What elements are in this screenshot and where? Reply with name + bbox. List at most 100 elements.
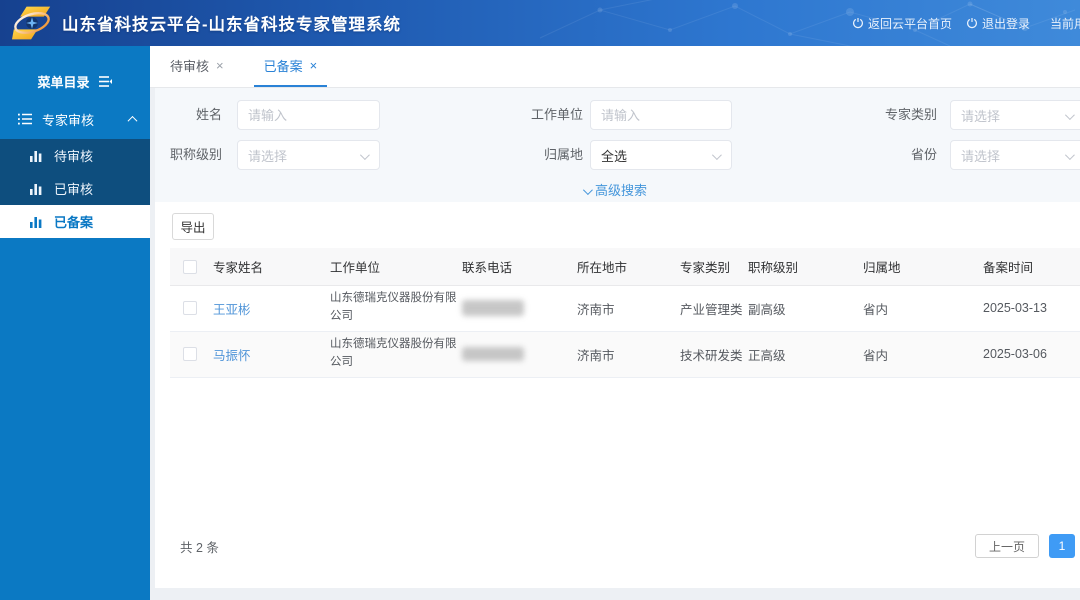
sidebar-item-recorded[interactable]: 已备案	[0, 205, 150, 238]
app-logo[interactable]	[12, 4, 52, 42]
content-left-gutter	[150, 88, 155, 600]
search-filter-panel: 姓名 工作单位 专家类别 请选择 职称级别 请选择 归属地 全选	[150, 88, 1080, 202]
expert-category-field-label: 专家类别	[857, 100, 937, 130]
table-row: 马振怀 山东德瑞克仪器股份有限公司 济南市 技术研发类 正高级 省内 2025-…	[170, 331, 1080, 377]
title-level-field-label: 职称级别	[162, 140, 222, 170]
chevron-down-icon	[1065, 150, 1075, 160]
work-unit-cell: 山东德瑞克仪器股份有限公司	[330, 331, 462, 377]
record-date-cell: 2025-03-13	[983, 285, 1080, 331]
bar-chart-icon	[30, 183, 42, 195]
region-select[interactable]: 全选	[590, 140, 732, 170]
category-cell: 技术研发类	[680, 331, 748, 377]
bar-chart-icon	[30, 216, 42, 228]
expert-name-link[interactable]: 马振怀	[213, 331, 330, 377]
bar-chart-icon	[30, 150, 42, 162]
table-panel: 导出 专家姓名 工作单位 联系电话 所在地市 专家类别 职称级别 归属	[150, 202, 1080, 600]
select-placeholder: 请选择	[248, 146, 287, 165]
close-icon[interactable]: ×	[310, 59, 318, 72]
city-cell: 济南市	[577, 285, 680, 331]
close-icon[interactable]: ×	[216, 59, 224, 72]
title-level-cell: 副高级	[748, 285, 863, 331]
select-value: 全选	[601, 146, 627, 165]
row-checkbox[interactable]	[183, 301, 197, 315]
sidebar-item-pending-review[interactable]: 待审核	[0, 139, 150, 172]
record-date-cell: 2025-03-06	[983, 331, 1080, 377]
sidebar-item-label: 已审核	[54, 179, 93, 198]
row-checkbox[interactable]	[183, 347, 197, 361]
name-input[interactable]	[237, 100, 380, 130]
phone-cell	[462, 285, 577, 331]
chevron-down-icon	[360, 150, 370, 160]
sidebar: 菜单目录 专家审核 待审核 已审核	[0, 46, 150, 600]
prev-page-button[interactable]: 上一页	[975, 534, 1039, 558]
name-input-field[interactable]	[248, 108, 369, 123]
tab-bar: 待审核 × 已备案 ×	[150, 46, 1080, 88]
sidebar-item-reviewed[interactable]: 已审核	[0, 172, 150, 205]
sidebar-group-label: 专家审核	[42, 110, 94, 129]
phone-number-redacted	[462, 347, 524, 361]
col-region: 归属地	[863, 248, 983, 285]
work-unit-input-field[interactable]	[601, 108, 721, 123]
expert-name-link[interactable]: 王亚彬	[213, 285, 330, 331]
col-expert-name: 专家姓名	[213, 248, 330, 285]
region-cell: 省内	[863, 331, 983, 377]
phone-cell	[462, 331, 577, 377]
app-window: 山东省科技云平台-山东省科技专家管理系统 返回云平台首页 退出登录 当前用户：山…	[0, 0, 1080, 600]
sidebar-submenu: 待审核 已审核 已备案	[0, 139, 150, 238]
export-button[interactable]: 导出	[172, 213, 214, 240]
col-record-date: 备案时间	[983, 248, 1080, 285]
city-cell: 济南市	[577, 331, 680, 377]
menu-directory-label: 菜单目录	[37, 72, 89, 91]
expert-category-select[interactable]: 请选择	[950, 100, 1080, 130]
chevron-up-icon	[128, 115, 138, 125]
tab-label: 已备案	[264, 56, 303, 75]
total-count-label: 共 2 条	[180, 537, 219, 556]
app-header: 山东省科技云平台-山东省科技专家管理系统 返回云平台首页 退出登录 当前用户：山…	[0, 0, 1080, 46]
logout-link[interactable]: 退出登录	[966, 15, 1030, 32]
work-unit-input[interactable]	[590, 100, 732, 130]
power-icon	[852, 17, 864, 29]
unordered-list-icon	[18, 113, 32, 125]
tab-label: 待审核	[170, 56, 209, 75]
chevron-down-icon	[1065, 110, 1075, 120]
province-select[interactable]: 请选择	[950, 140, 1080, 170]
title-level-cell: 正高级	[748, 331, 863, 377]
current-user-label: 当前用户：山东	[1050, 15, 1080, 32]
col-city: 所在地市	[577, 248, 680, 285]
table-footer: 共 2 条 上一页 1	[180, 534, 1075, 558]
return-home-label: 返回云平台首页	[868, 15, 952, 32]
bottom-strip	[155, 588, 1080, 600]
col-category: 专家类别	[680, 248, 748, 285]
advanced-search-label: 高级搜索	[595, 183, 647, 198]
main-content: 待审核 × 已备案 × 姓名 工作单位 专家类别 请选择	[150, 46, 1080, 600]
logout-label: 退出登录	[982, 15, 1030, 32]
select-all-checkbox[interactable]	[183, 260, 197, 274]
col-phone: 联系电话	[462, 248, 577, 285]
power-icon	[966, 17, 978, 29]
menu-fold-icon	[98, 75, 113, 88]
sidebar-item-label: 待审核	[54, 146, 93, 165]
sidebar-group-expert-review[interactable]: 专家审核	[0, 102, 150, 136]
header-links: 返回云平台首页 退出登录 当前用户：山东	[852, 0, 1080, 46]
col-title-level: 职称级别	[748, 248, 863, 285]
category-cell: 产业管理类	[680, 285, 748, 331]
chevron-down-icon	[583, 185, 593, 195]
table-header-row: 专家姓名 工作单位 联系电话 所在地市 专家类别 职称级别 归属地 备案时间	[170, 248, 1080, 285]
name-field-label: 姓名	[162, 100, 222, 130]
return-home-link[interactable]: 返回云平台首页	[852, 15, 952, 32]
advanced-search-link[interactable]: 高级搜索	[150, 180, 1080, 199]
region-cell: 省内	[863, 285, 983, 331]
tab-recorded[interactable]: 已备案 ×	[254, 46, 328, 87]
title-level-select[interactable]: 请选择	[237, 140, 380, 170]
menu-directory-toggle[interactable]: 菜单目录	[0, 66, 150, 96]
work-unit-field-label: 工作单位	[503, 100, 583, 130]
page-1-button[interactable]: 1	[1049, 534, 1075, 558]
phone-number-redacted	[462, 300, 524, 316]
tab-pending-review[interactable]: 待审核 ×	[160, 46, 234, 87]
sidebar-item-label: 已备案	[54, 212, 93, 231]
region-field-label: 归属地	[503, 140, 583, 170]
work-unit-cell: 山东德瑞克仪器股份有限公司	[330, 285, 462, 331]
experts-table: 专家姓名 工作单位 联系电话 所在地市 专家类别 职称级别 归属地 备案时间 王…	[170, 248, 1080, 378]
province-field-label: 省份	[857, 140, 937, 170]
col-work-unit: 工作单位	[330, 248, 462, 285]
